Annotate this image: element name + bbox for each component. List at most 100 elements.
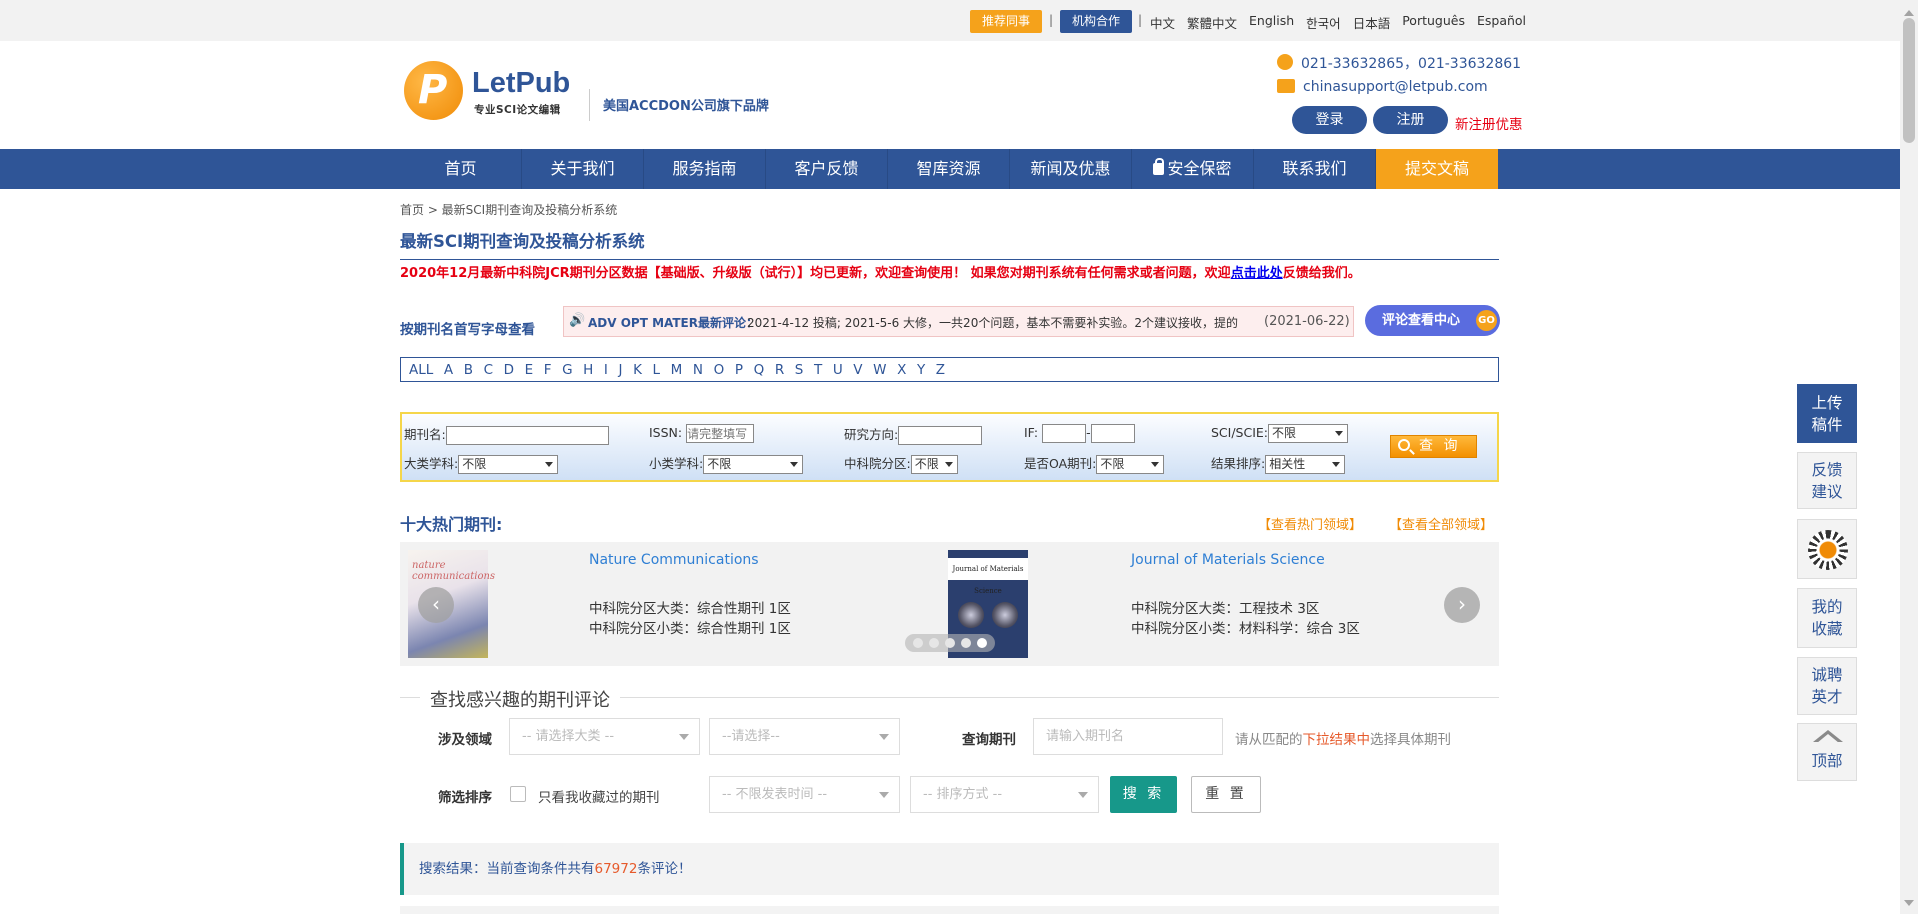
alpha-letter[interactable]: A <box>444 362 453 378</box>
qr-code-button[interactable] <box>1797 519 1857 579</box>
nav-contact[interactable]: 联系我们 <box>1254 149 1376 189</box>
issn-input[interactable] <box>686 424 755 443</box>
upload-manuscript-button[interactable]: 上传 稿件 <box>1797 384 1857 443</box>
search-button[interactable]: 搜 索 <box>1110 776 1177 813</box>
lang-zh[interactable]: 中文 <box>1150 13 1175 32</box>
research-input[interactable] <box>898 426 983 445</box>
journal-query-hint: 请从匹配的下拉结果中选择具体期刊 <box>1235 728 1451 748</box>
nav-about[interactable]: 关于我们 <box>522 149 644 189</box>
institution-cooperation-button[interactable]: 机构合作 <box>1060 10 1133 33</box>
alpha-letter[interactable]: ALL <box>409 362 433 378</box>
if-max-input[interactable] <box>1090 424 1135 443</box>
alpha-letter[interactable]: L <box>653 362 661 378</box>
email-address[interactable]: chinasupport@letpub.com <box>1303 79 1488 95</box>
if-min-input[interactable] <box>1042 424 1087 443</box>
alpha-letter[interactable]: T <box>814 362 822 378</box>
journal-query-input[interactable]: 请输入期刊名 <box>1033 718 1223 755</box>
alpha-letter[interactable]: U <box>833 362 843 378</box>
sci-select[interactable]: 不限 <box>1268 424 1349 443</box>
logo-name[interactable]: LetPub <box>472 67 570 100</box>
publish-time-select[interactable]: -- 不限发表时间 -- <box>709 776 900 813</box>
alpha-letter[interactable]: W <box>873 362 886 378</box>
nav-feedback[interactable]: 客户反馈 <box>766 149 888 189</box>
register-promo-link[interactable]: 新注册优惠 <box>1455 113 1523 133</box>
view-all-fields-link[interactable]: 【查看全部领域】 <box>1389 514 1493 533</box>
alpha-letter[interactable]: Q <box>754 362 765 378</box>
alpha-letter[interactable]: F <box>544 362 552 378</box>
alpha-browse-label: 按期刊名首写字母查看 <box>400 322 535 338</box>
lang-zh-tw[interactable]: 繁體中文 <box>1187 13 1237 32</box>
lang-es[interactable]: Español <box>1477 13 1526 32</box>
alpha-letter[interactable]: V <box>853 362 862 378</box>
lang-pt[interactable]: Português <box>1402 13 1465 32</box>
sort-order-select[interactable]: -- 排序方式 -- <box>910 776 1099 813</box>
carousel-dot[interactable] <box>929 638 939 648</box>
alpha-letter[interactable]: X <box>897 362 906 378</box>
journal-name-link[interactable]: Journal of Materials Science <box>1131 552 1325 568</box>
alpha-letter[interactable]: K <box>633 362 642 378</box>
journal-name-input[interactable] <box>445 426 609 445</box>
breadcrumb[interactable]: 首页 > 最新SCI期刊查询及投稿分析系统 <box>400 201 617 218</box>
nav-services[interactable]: 服务指南 <box>644 149 766 189</box>
feedback-button[interactable]: 反馈 建议 <box>1797 452 1857 509</box>
alpha-letter[interactable]: G <box>562 362 572 378</box>
major-category-select[interactable]: -- 请选择大类 -- <box>509 718 700 755</box>
alpha-letter[interactable]: C <box>484 362 493 378</box>
alpha-letter[interactable]: Z <box>936 362 945 378</box>
alpha-letter[interactable]: Y <box>917 362 925 378</box>
nav-news[interactable]: 新闻及优惠 <box>1010 149 1132 189</box>
nav-submit-manuscript[interactable]: 提交文稿 <box>1376 149 1498 189</box>
review-ticker[interactable]: 🔊 ADV OPT MATER最新评论： 2021-4-12 投稿; 2021-… <box>563 306 1354 337</box>
cas-select[interactable]: 不限 <box>910 455 958 474</box>
login-button[interactable]: 登录 <box>1292 106 1367 134</box>
oa-select[interactable]: 不限 <box>1096 455 1165 474</box>
view-hot-fields-link[interactable]: 【查看热门领域】 <box>1258 514 1362 533</box>
back-to-top-button[interactable]: 顶部 <box>1797 723 1857 781</box>
alpha-letter[interactable]: N <box>693 362 703 378</box>
query-button[interactable]: 查 询 <box>1390 435 1477 458</box>
journal-name-link[interactable]: Nature Communications <box>589 552 759 568</box>
lang-ko[interactable]: 한국어 <box>1306 13 1341 32</box>
alpha-letter[interactable]: J <box>618 362 622 378</box>
alpha-letter[interactable]: B <box>464 362 473 378</box>
alpha-letter[interactable]: I <box>604 362 608 378</box>
alpha-index: ALL A B C D E F G H I J K L M N O P Q R … <box>400 357 1499 382</box>
scroll-down-icon[interactable] <box>1904 900 1914 911</box>
letpub-logo-icon[interactable]: P <box>404 61 463 120</box>
recommend-colleague-button[interactable]: 推荐同事 <box>970 10 1043 33</box>
alpha-letter[interactable]: R <box>775 362 784 378</box>
notice-feedback-link[interactable]: 点击此处 <box>1231 266 1283 281</box>
carousel-dot-active[interactable] <box>977 638 987 648</box>
only-favorites-label[interactable]: 只看我收藏过的期刊 <box>538 786 660 806</box>
lang-en[interactable]: English <box>1249 13 1294 32</box>
lang-ja[interactable]: 日本語 <box>1353 13 1391 32</box>
alpha-letter[interactable]: O <box>714 362 725 378</box>
my-favorites-button[interactable]: 我的 收藏 <box>1797 588 1857 648</box>
reset-button[interactable]: 重 置 <box>1191 776 1261 813</box>
major-select[interactable]: 不限 <box>458 455 559 474</box>
carousel-next-icon[interactable]: › <box>1444 587 1480 623</box>
scrollbar-thumb[interactable] <box>1903 18 1915 143</box>
alpha-letter[interactable]: D <box>504 362 514 378</box>
alpha-letter[interactable]: S <box>795 362 804 378</box>
carousel-dot[interactable] <box>961 638 971 648</box>
alpha-letter[interactable]: P <box>735 362 743 378</box>
carousel-prev-icon[interactable]: ‹ <box>418 587 454 623</box>
alpha-letter[interactable]: M <box>671 362 683 378</box>
nav-resources[interactable]: 智库资源 <box>888 149 1010 189</box>
carousel-dot[interactable] <box>913 638 923 648</box>
scroll-up-icon[interactable] <box>1904 5 1914 16</box>
carousel-dot[interactable] <box>945 638 955 648</box>
careers-button[interactable]: 诚聘 英才 <box>1797 657 1857 715</box>
review-center-button[interactable]: 评论查看中心 GO <box>1365 305 1500 336</box>
minor-select[interactable]: 不限 <box>703 455 804 474</box>
register-button[interactable]: 注册 <box>1373 106 1448 134</box>
nav-security[interactable]: 安全保密 <box>1132 149 1254 189</box>
alpha-letter[interactable]: H <box>583 362 593 378</box>
scrollbar[interactable] <box>1900 0 1918 914</box>
sort-select[interactable]: 相关性 <box>1265 455 1346 474</box>
alpha-letter[interactable]: E <box>525 362 534 378</box>
nav-home[interactable]: 首页 <box>400 149 522 189</box>
minor-category-select[interactable]: --请选择-- <box>709 718 900 755</box>
only-favorites-checkbox[interactable] <box>510 786 526 802</box>
